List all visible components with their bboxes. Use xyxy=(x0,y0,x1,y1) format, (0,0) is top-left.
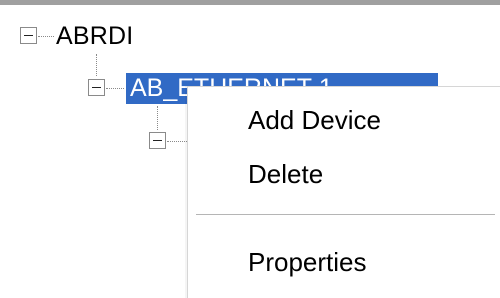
collapse-icon[interactable] xyxy=(20,27,37,44)
menu-separator xyxy=(196,214,495,216)
tree-connector xyxy=(38,36,54,37)
tree-connector xyxy=(96,54,97,76)
menu-item-add-device[interactable]: Add Device xyxy=(248,103,381,137)
menu-item-delete[interactable]: Delete xyxy=(248,157,323,191)
menu-item-properties[interactable]: Properties xyxy=(248,245,367,279)
tree-connector xyxy=(167,141,187,142)
collapse-icon[interactable] xyxy=(88,79,105,96)
tree-connector xyxy=(157,106,158,130)
context-menu: Add Device Delete Properties xyxy=(187,86,500,298)
window-top-border xyxy=(0,0,500,5)
collapse-icon[interactable] xyxy=(149,132,166,149)
tree-node-root[interactable]: ABRDI xyxy=(56,21,133,51)
tree-connector xyxy=(106,88,124,89)
